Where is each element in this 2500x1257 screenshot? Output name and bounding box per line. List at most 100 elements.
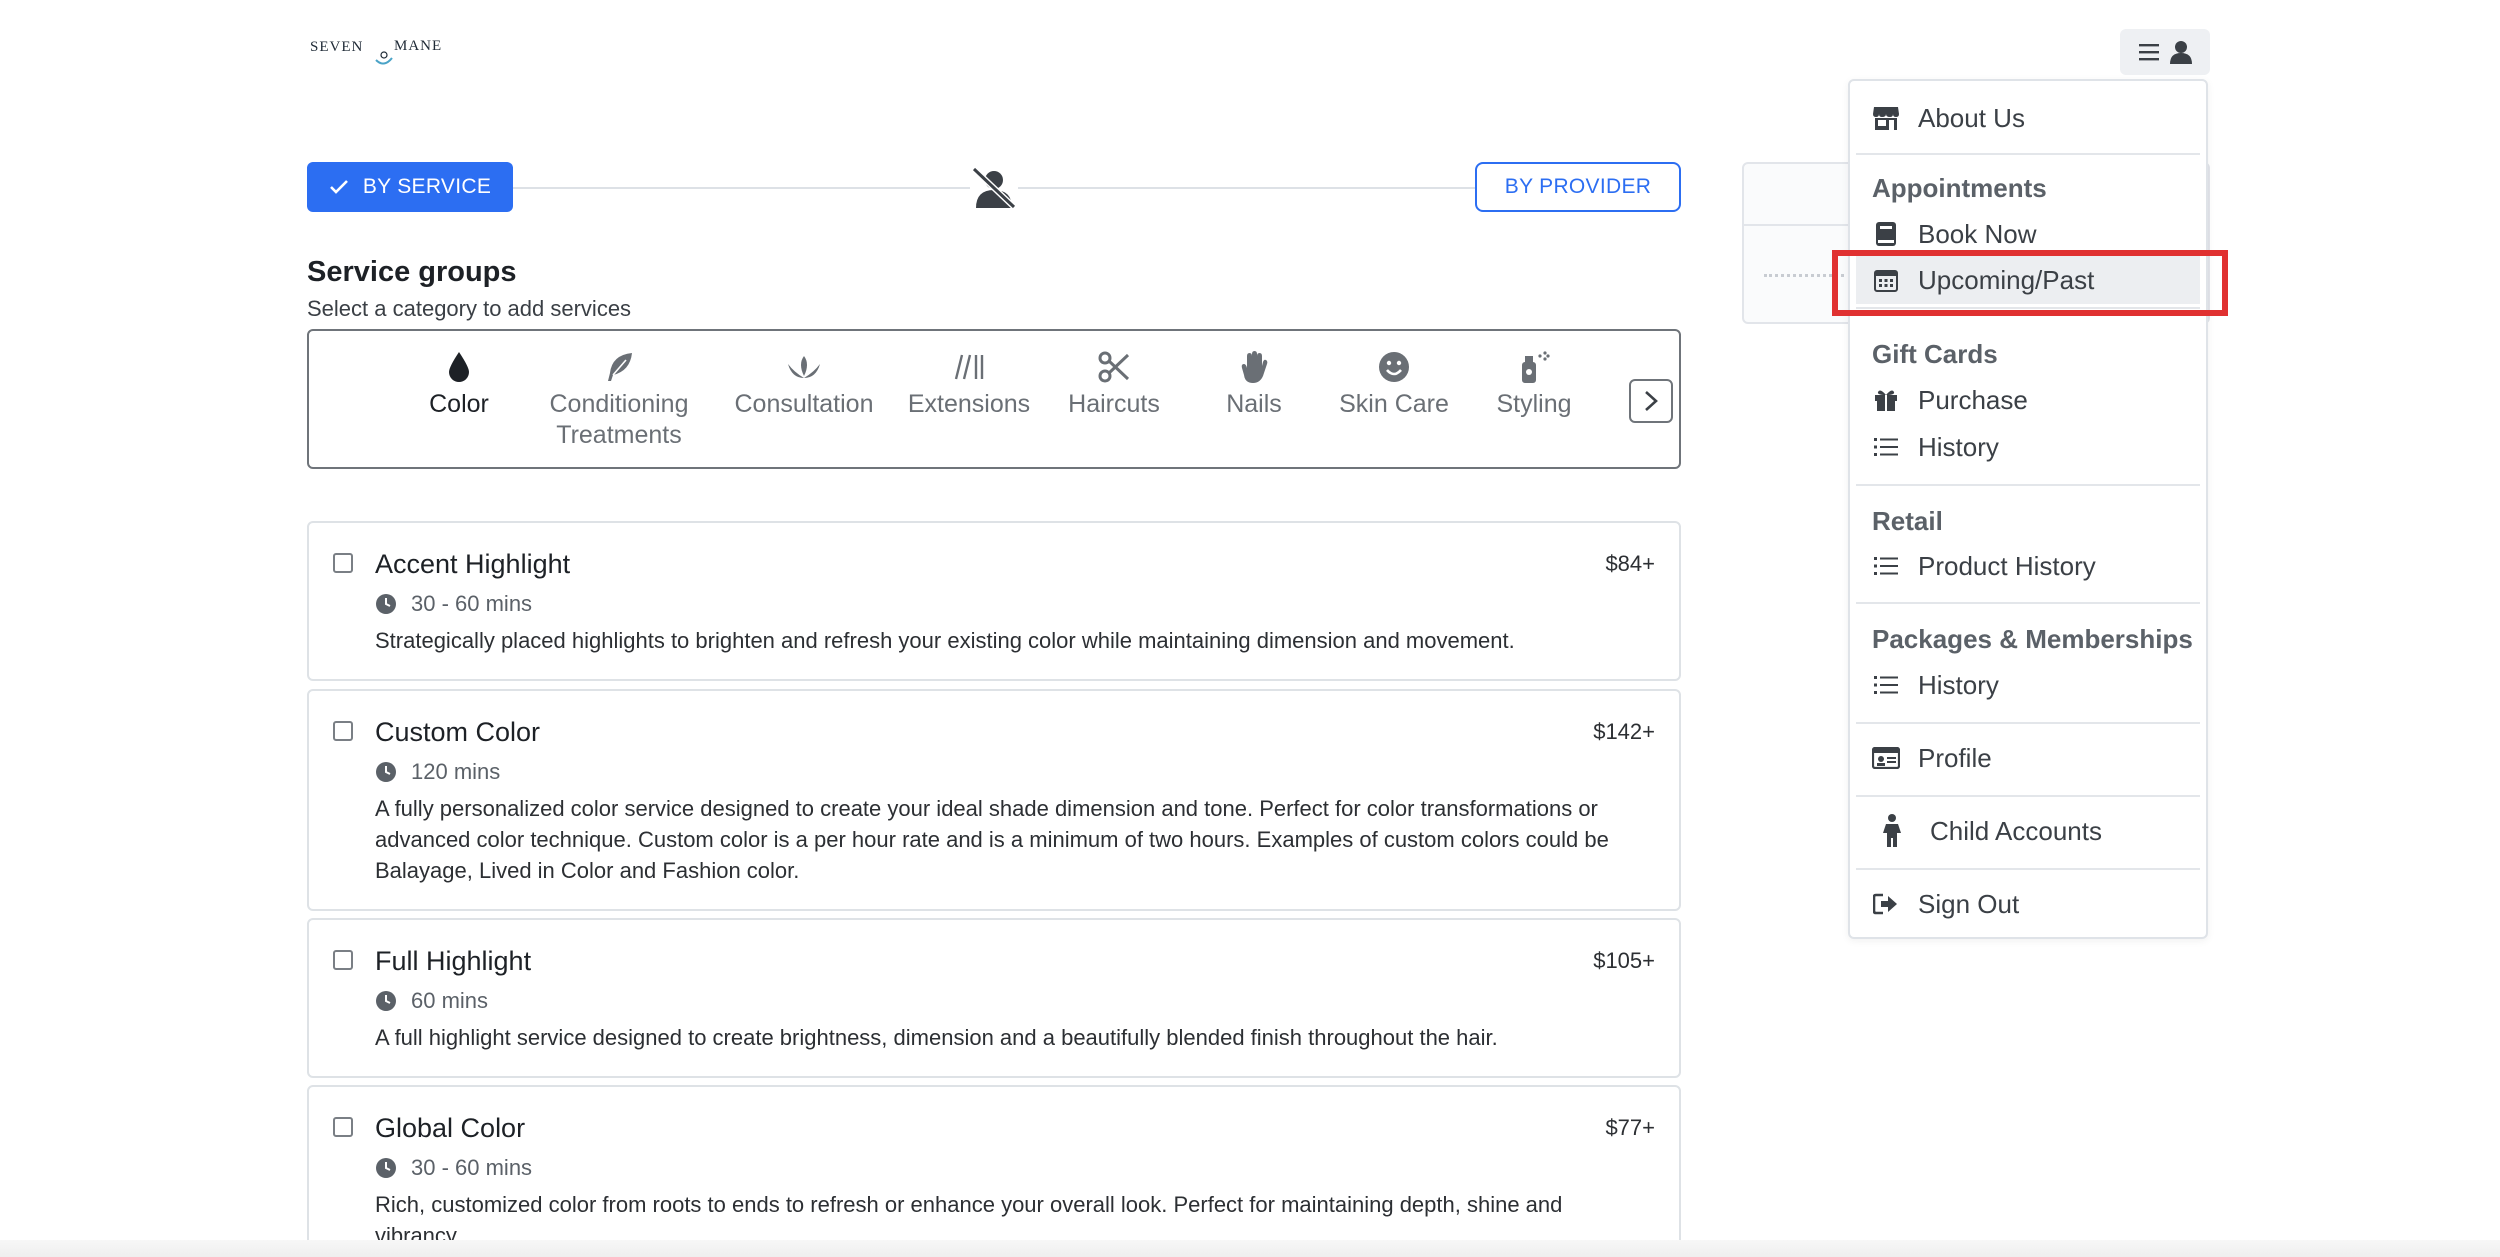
no-provider-icon <box>970 166 1018 210</box>
menu-heading-gift-cards: Gift Cards <box>1872 339 1998 369</box>
check-icon <box>329 180 348 194</box>
store-icon <box>1873 107 1899 130</box>
service-card-global-color[interactable]: Global Color $77+ 30 - 60 mins Rich, cus… <box>307 1085 1681 1257</box>
menu-divider <box>1856 795 2200 797</box>
service-duration-text: 120 mins <box>411 759 501 784</box>
menu-item-product-history[interactable]: Product History <box>1872 544 2194 588</box>
menu-divider <box>1856 722 2200 724</box>
service-description: A fully personalized color service desig… <box>375 796 1609 883</box>
user-icon <box>2170 41 2192 64</box>
service-price: $84+ <box>1605 551 1655 576</box>
menu-divider <box>1856 153 2200 155</box>
brand-logo[interactable]: SEVEN MANE <box>310 38 441 68</box>
drop-icon <box>449 352 469 382</box>
menu-item-gift-history[interactable]: History <box>1872 425 2194 469</box>
menu-item-about-us[interactable]: About Us <box>1872 96 2194 140</box>
child-icon <box>1883 814 1901 847</box>
bottom-edge <box>0 1240 2500 1257</box>
service-duration: 60 mins <box>375 988 488 1014</box>
service-price: $142+ <box>1593 719 1655 744</box>
menu-item-packages-history[interactable]: History <box>1872 663 2194 707</box>
menu-label: History <box>1918 431 1999 462</box>
list-icon <box>1874 676 1898 694</box>
id-card-icon <box>1872 747 1900 769</box>
menu-item-child-accounts[interactable]: Child Accounts <box>1872 809 2194 853</box>
menu-heading-appointments: Appointments <box>1872 173 2047 203</box>
menu-label: About Us <box>1918 102 2025 133</box>
service-description: A full highlight service designed to cre… <box>375 1025 1498 1050</box>
menu-label: Purchase <box>1918 384 2028 415</box>
service-duration: 120 mins <box>375 759 500 785</box>
user-dropdown-menu: About Us Appointments Book Now Upcoming/… <box>1848 79 2208 939</box>
service-price: $77+ <box>1605 1115 1655 1140</box>
hamburger-icon <box>2139 44 2159 61</box>
category-styling[interactable]: Styling <box>1449 345 1619 420</box>
logo-mark-icon <box>375 51 393 65</box>
menu-label: Product History <box>1918 550 2096 581</box>
menu-label: Sign Out <box>1918 888 2020 919</box>
service-card-accent-highlight[interactable]: Accent Highlight $84+ 30 - 60 mins Strat… <box>307 521 1681 681</box>
chevron-right-icon <box>1645 391 1658 411</box>
category-label: Conditioning Treatments <box>549 390 689 449</box>
service-description: Strategically placed highlights to brigh… <box>375 628 1515 653</box>
lotus-icon <box>788 356 820 378</box>
service-name: Custom Color <box>375 717 541 747</box>
service-checkbox[interactable] <box>333 721 353 741</box>
hand-icon <box>1241 351 1268 383</box>
menu-label: History <box>1918 669 1999 700</box>
by-service-label: BY SERVICE <box>362 175 492 198</box>
by-provider-label: BY PROVIDER <box>1504 175 1652 198</box>
menu-divider <box>1856 484 2200 486</box>
service-duration: 30 - 60 mins <box>375 1155 532 1181</box>
service-duration-text: 30 - 60 mins <box>411 591 533 616</box>
scissors-icon <box>1098 351 1130 383</box>
category-carousel: Color Conditioning Treatments Consultati… <box>307 329 1681 469</box>
service-duration-text: 60 mins <box>411 988 489 1013</box>
spray-icon <box>1522 351 1550 383</box>
category-label: Consultation <box>734 390 874 418</box>
smile-icon <box>1379 352 1409 382</box>
menu-item-purchase[interactable]: Purchase <box>1872 378 2194 422</box>
menu-item-sign-out[interactable]: Sign Out <box>1872 882 2194 926</box>
category-color[interactable]: Color <box>374 345 544 420</box>
menu-divider <box>1856 602 2200 604</box>
by-service-button[interactable]: BY SERVICE <box>307 162 513 212</box>
list-icon <box>1874 557 1898 575</box>
category-consultation[interactable]: Consultation <box>719 345 889 420</box>
clock-icon <box>376 762 396 782</box>
menu-label: Book Now <box>1918 218 2037 249</box>
category-next-button[interactable] <box>1629 379 1673 423</box>
service-card-full-highlight[interactable]: Full Highlight $105+ 60 mins A full high… <box>307 918 1681 1078</box>
menu-heading-retail: Retail <box>1872 506 1943 536</box>
user-menu-toggle[interactable] <box>2120 29 2210 75</box>
service-checkbox[interactable] <box>333 553 353 573</box>
feather-icon <box>608 353 632 381</box>
logo-text-left: SEVEN <box>310 39 364 55</box>
hair-strands-icon <box>954 354 984 380</box>
service-duration: 30 - 60 mins <box>375 591 532 617</box>
sign-out-icon <box>1873 893 1897 915</box>
menu-label: Profile <box>1918 742 1992 773</box>
gift-icon <box>1875 390 1897 411</box>
book-icon <box>1876 222 1896 246</box>
clock-icon <box>376 1158 396 1178</box>
service-name: Accent Highlight <box>375 549 571 579</box>
service-name: Full Highlight <box>375 946 532 976</box>
service-checkbox[interactable] <box>333 950 353 970</box>
annotation-highlight-box <box>1832 250 2228 316</box>
service-checkbox[interactable] <box>333 1117 353 1137</box>
by-provider-button[interactable]: BY PROVIDER <box>1475 162 1681 212</box>
category-conditioning-treatments[interactable]: Conditioning Treatments <box>534 345 704 451</box>
service-card-custom-color[interactable]: Custom Color $142+ 120 mins A fully pers… <box>307 689 1681 911</box>
service-price: $105+ <box>1593 948 1655 973</box>
service-groups-title: Service groups <box>307 256 517 288</box>
service-duration-text: 30 - 60 mins <box>411 1155 533 1180</box>
menu-label: Child Accounts <box>1930 815 2102 846</box>
category-label: Styling <box>1496 390 1572 418</box>
menu-divider <box>1856 868 2200 870</box>
clock-icon <box>376 991 396 1011</box>
menu-item-profile[interactable]: Profile <box>1872 736 2194 780</box>
service-groups-subtitle: Select a category to add services <box>307 296 632 321</box>
menu-heading-packages: Packages & Memberships <box>1872 624 2193 654</box>
category-label: Color <box>429 390 489 418</box>
